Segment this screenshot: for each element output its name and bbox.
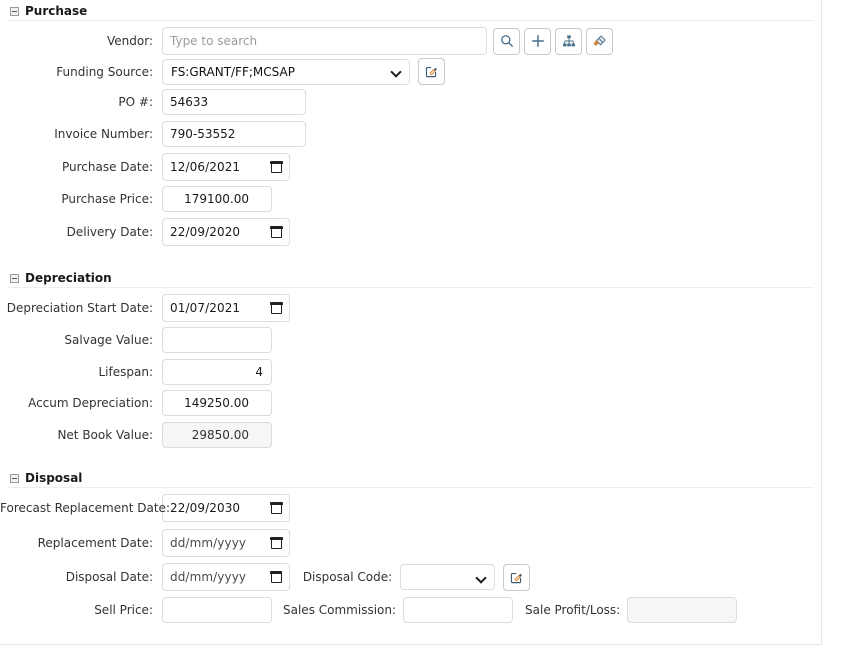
disposal-code-select[interactable]: [400, 564, 495, 590]
sell-price-label: Sell Price:: [94, 603, 153, 617]
field-row-funding-source: Funding Source: FS:GRANT/FF;MCSAP: [0, 58, 460, 85]
section-divider-purchase: [8, 20, 814, 21]
funding-source-select[interactable]: FS:GRANT/FF;MCSAP: [162, 58, 410, 85]
sitemap-icon: [562, 35, 575, 47]
forecast-replacement-date-label: Forecast Replacement Date:: [0, 501, 170, 515]
section-header-purchase[interactable]: Purchase: [10, 4, 87, 18]
delivery-date-value: 22/09/2020: [170, 225, 241, 239]
section-header-disposal[interactable]: Disposal: [10, 471, 82, 485]
sale-profit-loss-input: [627, 597, 738, 623]
lifespan-input[interactable]: [162, 359, 272, 385]
edit-square-icon: [510, 572, 522, 583]
purchase-date-input[interactable]: 12/06/2021: [162, 153, 290, 181]
field-row-lifespan: Lifespan:: [0, 359, 320, 385]
forecast-replacement-date-input[interactable]: 22/09/2030: [162, 494, 290, 522]
invoice-number-label: Invoice Number:: [54, 127, 153, 141]
field-row-delivery-date: Delivery Date: 22/09/2020: [0, 218, 320, 246]
calendar-icon[interactable]: [270, 536, 283, 549]
field-row-accum-depreciation: Accum Depreciation:: [0, 390, 320, 416]
replacement-date-input[interactable]: dd/mm/yyyy: [162, 529, 290, 557]
chevron-down-icon: [392, 67, 401, 76]
sales-commission-label: Sales Commission:: [283, 603, 397, 617]
purchase-date-value: 12/06/2021: [170, 160, 241, 174]
field-row-purchase-date: Purchase Date: 12/06/2021: [0, 153, 320, 181]
sell-price-input[interactable]: [162, 597, 272, 623]
delivery-date-label: Delivery Date:: [66, 225, 153, 239]
section-title-disposal: Disposal: [25, 471, 83, 485]
section-title-purchase: Purchase: [25, 4, 88, 18]
field-row-replacement-date: Replacement Date: dd/mm/yyyy: [0, 529, 320, 557]
funding-source-value: FS:GRANT/FF;MCSAP: [171, 64, 295, 79]
salvage-value-input[interactable]: [162, 327, 272, 353]
vendor-clear-button[interactable]: [586, 27, 613, 55]
field-row-depreciation-start-date: Depreciation Start Date: 01/07/2021: [0, 294, 320, 322]
search-icon: [500, 35, 513, 47]
funding-source-label: Funding Source:: [56, 64, 153, 79]
replacement-date-value: dd/mm/yyyy: [170, 536, 247, 550]
field-row-invoice-number: Invoice Number:: [0, 121, 320, 147]
purchase-price-input[interactable]: [162, 186, 272, 212]
disposal-date-label: Disposal Date:: [65, 570, 153, 584]
vendor-input[interactable]: [162, 27, 487, 55]
salvage-value-label: Salvage Value:: [64, 333, 153, 347]
section-header-depreciation[interactable]: Depreciation: [10, 271, 112, 285]
po-number-input[interactable]: [162, 89, 306, 115]
net-book-value-label: Net Book Value:: [57, 428, 153, 442]
field-row-disposal-date: Disposal Date: dd/mm/yyyy Disposal Code:: [0, 563, 530, 591]
section-divider-depreciation: [8, 287, 814, 288]
field-row-po-number: PO #:: [0, 89, 320, 115]
chevron-down-icon: [477, 573, 486, 582]
purchase-price-label: Purchase Price:: [61, 192, 153, 206]
forecast-replacement-date-value: 22/09/2030: [170, 501, 241, 515]
field-row-forecast-replacement-date: Forecast Replacement Date: 22/09/2030: [0, 494, 320, 522]
calendar-icon[interactable]: [270, 501, 283, 514]
asset-detail-panel: Purchase Vendor: Type to search Funding …: [0, 0, 822, 645]
section-title-depreciation: Depreciation: [25, 271, 112, 285]
calendar-icon[interactable]: [270, 301, 283, 314]
funding-source-edit-button[interactable]: [418, 58, 445, 85]
calendar-icon[interactable]: [270, 160, 283, 173]
field-row-purchase-price: Purchase Price:: [0, 186, 320, 212]
po-number-label: PO #:: [118, 95, 153, 109]
replacement-date-label: Replacement Date:: [37, 536, 153, 550]
sale-profit-loss-label: Sale Profit/Loss:: [525, 603, 621, 617]
depreciation-start-date-input[interactable]: 01/07/2021: [162, 294, 290, 322]
vendor-hierarchy-button[interactable]: [555, 27, 582, 55]
lifespan-label: Lifespan:: [98, 365, 154, 379]
depreciation-start-date-value: 01/07/2021: [170, 301, 241, 315]
delivery-date-input[interactable]: 22/09/2020: [162, 218, 290, 246]
vendor-search-button[interactable]: [493, 27, 520, 55]
disposal-code-edit-button[interactable]: [503, 563, 530, 591]
minus-square-icon[interactable]: [10, 6, 19, 16]
disposal-date-input[interactable]: dd/mm/yyyy: [162, 563, 290, 591]
sales-commission-input[interactable]: [403, 597, 514, 623]
field-row-vendor: Vendor:: [0, 27, 620, 55]
disposal-code-label: Disposal Code:: [302, 570, 393, 584]
field-row-salvage-value: Salvage Value:: [0, 327, 320, 353]
edit-square-icon: [425, 66, 437, 78]
field-row-net-book-value: Net Book Value:: [0, 422, 320, 448]
eraser-icon: [593, 35, 606, 46]
accum-depreciation-label: Accum Depreciation:: [28, 396, 153, 410]
minus-square-icon[interactable]: [10, 273, 19, 283]
vendor-label: Vendor:: [107, 34, 153, 48]
calendar-icon[interactable]: [270, 570, 283, 583]
accum-depreciation-input[interactable]: [162, 390, 272, 416]
field-row-sell-price: Sell Price: Sales Commission: Sale Profi…: [0, 597, 738, 623]
calendar-icon[interactable]: [270, 225, 283, 238]
disposal-date-value: dd/mm/yyyy: [170, 570, 247, 584]
depreciation-start-date-label: Depreciation Start Date:: [6, 301, 153, 315]
invoice-number-input[interactable]: [162, 121, 306, 147]
net-book-value-input: [162, 422, 272, 448]
plus-icon: [531, 35, 544, 47]
vendor-add-button[interactable]: [524, 27, 551, 55]
purchase-date-label: Purchase Date:: [61, 160, 153, 174]
section-divider-disposal: [8, 487, 814, 488]
minus-square-icon[interactable]: [10, 473, 19, 483]
